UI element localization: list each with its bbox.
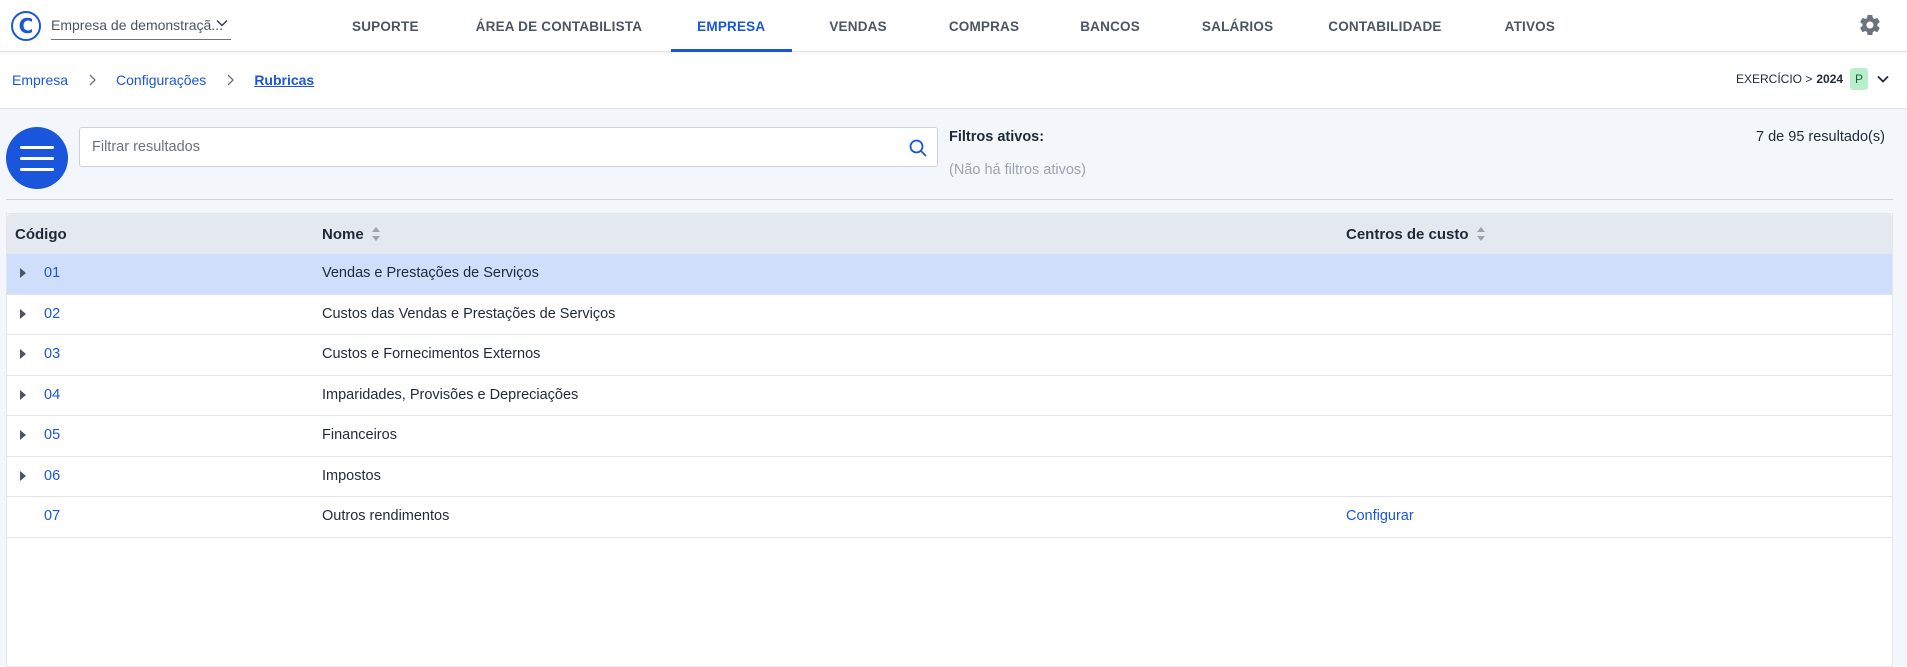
active-filters-empty: (Não há filtros ativos) (949, 162, 1086, 178)
company-select[interactable]: Empresa de demonstraçã... (51, 10, 231, 40)
chevron-down-icon (216, 19, 228, 27)
column-header-code[interactable]: Código (15, 226, 67, 243)
chevron-right-icon (89, 74, 96, 86)
nav-ativos[interactable]: ATIVOS (1505, 0, 1555, 52)
main-nav: SUPORTE ÁREA DE CONTABILISTA EMPRESA VEN… (330, 0, 1555, 52)
row-code[interactable]: 06 (44, 468, 60, 484)
table-row[interactable]: 03 Custos e Fornecimentos Externos (7, 335, 1892, 376)
row-code[interactable]: 07 (44, 508, 60, 524)
column-header-cost-centers[interactable]: Centros de custo (1346, 226, 1486, 243)
caret-right-icon[interactable] (19, 308, 27, 319)
hamburger-icon-line (20, 156, 54, 160)
chevron-right-icon (227, 74, 235, 86)
search-icon[interactable] (908, 138, 928, 158)
chevron-down-icon[interactable] (1876, 72, 1890, 86)
row-name: Imparidades, Provisões e Depreciações (322, 386, 579, 403)
table-row[interactable]: 06 Impostos (7, 457, 1892, 497)
row-code[interactable]: 03 (44, 346, 60, 362)
breadcrumb-rubricas[interactable]: Rubricas (254, 72, 314, 88)
column-header-cost-centers-label: Centros de custo (1346, 225, 1469, 243)
company-select-value: Empresa de demonstraçã... (51, 16, 223, 33)
breadcrumb: Empresa Configurações Rubricas (12, 72, 314, 88)
nav-contabilidade[interactable]: CONTABILIDADE (1328, 0, 1441, 52)
hamburger-menu-button[interactable] (6, 127, 68, 189)
top-bar: C Empresa de demonstraçã... SUPORTE ÁREA… (0, 0, 1907, 52)
configure-cost-centers-link[interactable]: Configurar (1346, 508, 1414, 524)
caret-right-icon[interactable] (19, 268, 27, 278)
table-header: Código Nome Centros de custo (7, 214, 1892, 254)
nav-vendas[interactable]: VENDAS (829, 0, 886, 52)
search-input[interactable] (80, 128, 880, 166)
row-name: Vendas e Prestações de Serviços (322, 265, 539, 281)
nav-empresa[interactable]: EMPRESA (671, 0, 793, 52)
table-row[interactable]: 04 Imparidades, Provisões e Depreciações (7, 376, 1892, 416)
column-header-code-label: Código (15, 225, 67, 243)
row-code[interactable]: 02 (44, 306, 60, 322)
exercise-year: 2024 (1816, 72, 1844, 86)
row-code[interactable]: 04 (44, 387, 60, 403)
exercise-selector[interactable]: EXERCÍCIO > 2024 P (1736, 68, 1890, 90)
row-code[interactable]: 05 (44, 427, 60, 443)
row-name: Financeiros (322, 427, 397, 443)
nav-suporte[interactable]: SUPORTE (352, 0, 419, 52)
table-row[interactable]: 02 Custos das Vendas e Prestações de Ser… (7, 295, 1892, 335)
breadcrumb-configuracoes[interactable]: Configurações (116, 72, 206, 88)
nav-bancos[interactable]: BANCOS (1080, 0, 1140, 52)
row-code[interactable]: 01 (44, 265, 60, 281)
nav-compras[interactable]: COMPRAS (949, 0, 1019, 52)
active-filters-title: Filtros ativos: (949, 129, 1045, 145)
gear-icon[interactable] (1858, 13, 1882, 37)
table-row[interactable]: 05 Financeiros (7, 416, 1892, 457)
rubricas-table: Código Nome Centros de custo 01 Vendas e… (6, 213, 1893, 667)
row-name: Outros rendimentos (322, 508, 450, 524)
search-box (79, 127, 938, 167)
breadcrumb-empresa[interactable]: Empresa (12, 72, 68, 88)
row-name: Impostos (322, 467, 381, 484)
table-row[interactable]: 01 Vendas e Prestações de Serviços (7, 254, 1892, 295)
nav-salarios[interactable]: SALÁRIOS (1202, 0, 1273, 52)
results-count: 7 de 95 resultado(s) (1756, 129, 1885, 145)
column-header-name-label: Nome (322, 225, 364, 243)
row-name: Custos das Vendas e Prestações de Serviç… (322, 305, 616, 322)
divider (6, 199, 1893, 200)
caret-right-icon[interactable] (19, 349, 27, 359)
table-row[interactable]: 07 Outros rendimentos Configurar (7, 497, 1892, 538)
hamburger-icon (20, 145, 54, 149)
app-logo[interactable]: C (11, 11, 41, 41)
caret-right-icon[interactable] (19, 470, 27, 481)
sort-icon[interactable] (371, 226, 381, 242)
column-header-name[interactable]: Nome (322, 226, 381, 243)
row-name: Custos e Fornecimentos Externos (322, 346, 541, 362)
content-panel: Filtros ativos: (Não há filtros ativos) … (0, 108, 1907, 667)
sort-icon[interactable] (1476, 226, 1486, 242)
exercise-status-badge[interactable]: P (1850, 68, 1869, 90)
caret-right-icon[interactable] (19, 430, 27, 440)
exercise-label: EXERCÍCIO > (1736, 72, 1813, 86)
hamburger-icon-line (20, 167, 54, 171)
caret-right-icon[interactable] (19, 389, 27, 400)
nav-area-contabilista[interactable]: ÁREA DE CONTABILISTA (476, 0, 643, 52)
